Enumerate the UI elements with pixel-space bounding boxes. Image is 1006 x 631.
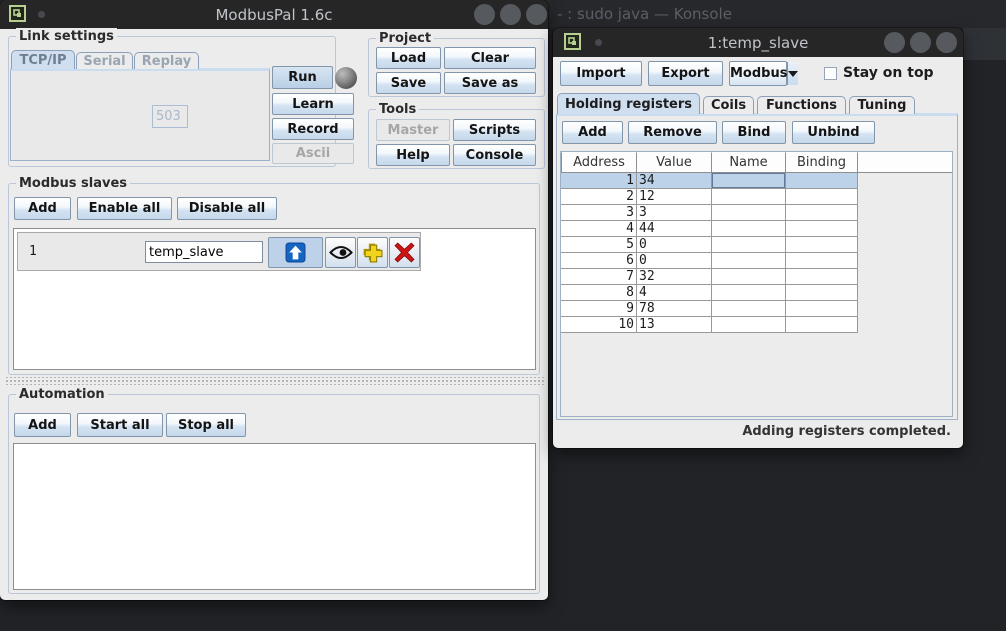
unbind-button[interactable]: Unbind — [792, 121, 875, 144]
tab-tcpip[interactable]: TCP/IP — [11, 50, 75, 69]
tab-holding-registers[interactable]: Holding registers — [557, 93, 700, 114]
plus-icon — [362, 242, 383, 263]
table-row[interactable]: 7 32 — [561, 269, 952, 285]
table-row[interactable]: 3 3 — [561, 205, 952, 221]
protocol-dropdown-value: Modbus — [730, 62, 787, 85]
column-header-address: Address — [561, 152, 637, 172]
table-header: Address Value Name Binding — [561, 152, 952, 173]
add-register-button[interactable]: Add — [562, 121, 623, 144]
registers-scrollpane: Address Value Name Binding 1 34 2 12 3 3 — [560, 151, 953, 417]
tab-tuning[interactable]: Tuning — [849, 96, 915, 114]
column-header-value: Value — [637, 152, 712, 172]
view-slave-button[interactable] — [325, 237, 356, 268]
table-row[interactable]: 6 0 — [561, 253, 952, 269]
maximize-button[interactable] — [910, 32, 931, 53]
tools-title: Tools — [376, 101, 419, 118]
slave-window-titlebar[interactable]: 1:temp_slave — [553, 28, 963, 57]
save-button[interactable]: Save — [376, 72, 441, 94]
slave-name-field[interactable] — [145, 241, 263, 263]
remove-register-button[interactable]: Remove — [628, 121, 717, 144]
tab-functions[interactable]: Functions — [757, 96, 846, 114]
enable-all-button[interactable]: Enable all — [77, 197, 172, 220]
arrow-up-icon — [285, 242, 306, 263]
run-button[interactable]: Run — [272, 66, 333, 89]
splitpane-divider[interactable] — [4, 377, 544, 385]
clear-button[interactable]: Clear — [444, 47, 536, 69]
slave-window-content: Import Export Modbus Stay on top Holding… — [553, 57, 963, 448]
slave-window: 1:temp_slave Import Export Modbus Stay o… — [553, 28, 963, 448]
help-button[interactable]: Help — [376, 144, 450, 166]
close-button[interactable] — [526, 4, 547, 25]
modbuspal-window: ModbusPal 1.6c Link settings TCP/IP Seri… — [0, 0, 548, 600]
slave-id: 1 — [29, 244, 37, 259]
slave-enabled-toggle[interactable] — [268, 237, 323, 268]
modbuspal-titlebar[interactable]: ModbusPal 1.6c — [0, 0, 548, 29]
ascii-button[interactable]: Ascii — [272, 143, 354, 164]
column-header-binding: Binding — [786, 152, 858, 172]
stop-all-button[interactable]: Stop all — [166, 413, 246, 437]
add-slave-button[interactable]: Add — [14, 197, 71, 220]
import-button[interactable]: Import — [560, 61, 642, 86]
table-row[interactable]: 8 4 — [561, 285, 952, 301]
slave-row[interactable]: 1 — [17, 232, 421, 271]
load-button[interactable]: Load — [376, 47, 441, 69]
tcpip-tab-panel — [10, 68, 270, 161]
duplicate-slave-button[interactable] — [357, 237, 388, 268]
table-row[interactable]: 5 0 — [561, 237, 952, 253]
tab-coils[interactable]: Coils — [703, 96, 754, 114]
minimize-button[interactable] — [474, 4, 495, 25]
minimize-button[interactable] — [884, 32, 905, 53]
learn-button[interactable]: Learn — [272, 93, 354, 115]
automation-title: Automation — [16, 386, 108, 403]
tab-replay[interactable]: Replay — [134, 52, 199, 69]
automation-list-panel — [13, 443, 536, 590]
console-button[interactable]: Console — [453, 144, 536, 166]
x-icon — [394, 242, 415, 263]
scripts-button[interactable]: Scripts — [453, 119, 536, 141]
modbuspal-content: Link settings TCP/IP Serial Replay TCP P… — [0, 29, 548, 600]
dropdown-arrow-button[interactable] — [787, 62, 798, 85]
protocol-dropdown[interactable]: Modbus — [729, 61, 787, 86]
tcp-port-field[interactable] — [152, 105, 188, 128]
table-row[interactable]: 9 78 — [561, 301, 952, 317]
focused-cell[interactable] — [712, 173, 786, 189]
record-button[interactable]: Record — [272, 118, 354, 140]
run-led-indicator — [335, 67, 357, 89]
konsole-title-text: - : sudo java — Konsole — [557, 5, 732, 23]
disable-all-button[interactable]: Disable all — [177, 197, 277, 220]
table-row[interactable]: 4 44 — [561, 221, 952, 237]
link-settings-title: Link settings — [16, 28, 117, 45]
start-all-button[interactable]: Start all — [77, 413, 163, 437]
column-header-name: Name — [712, 152, 786, 172]
modbus-slaves-title: Modbus slaves — [16, 175, 130, 192]
add-automation-button[interactable]: Add — [14, 413, 71, 437]
bind-button[interactable]: Bind — [722, 121, 786, 144]
konsole-window-edge — [963, 28, 1006, 60]
stay-on-top-label: Stay on top — [843, 65, 934, 81]
delete-slave-button[interactable] — [389, 237, 420, 268]
table-row[interactable]: 10 13 — [561, 317, 952, 333]
table-row[interactable]: 2 12 — [561, 189, 952, 205]
tab-serial[interactable]: Serial — [76, 52, 133, 69]
eye-icon — [329, 245, 353, 260]
save-as-button[interactable]: Save as — [444, 72, 536, 94]
export-button[interactable]: Export — [648, 61, 723, 86]
maximize-button[interactable] — [500, 4, 521, 25]
master-button[interactable]: Master — [376, 119, 450, 141]
project-title: Project — [376, 30, 434, 47]
window-title: ModbusPal 1.6c — [0, 6, 548, 24]
stay-on-top-checkbox[interactable] — [824, 67, 837, 80]
close-button[interactable] — [936, 32, 957, 53]
chevron-down-icon — [788, 71, 798, 77]
status-bar: Adding registers completed. — [553, 424, 951, 439]
table-row[interactable]: 1 34 — [561, 173, 952, 189]
